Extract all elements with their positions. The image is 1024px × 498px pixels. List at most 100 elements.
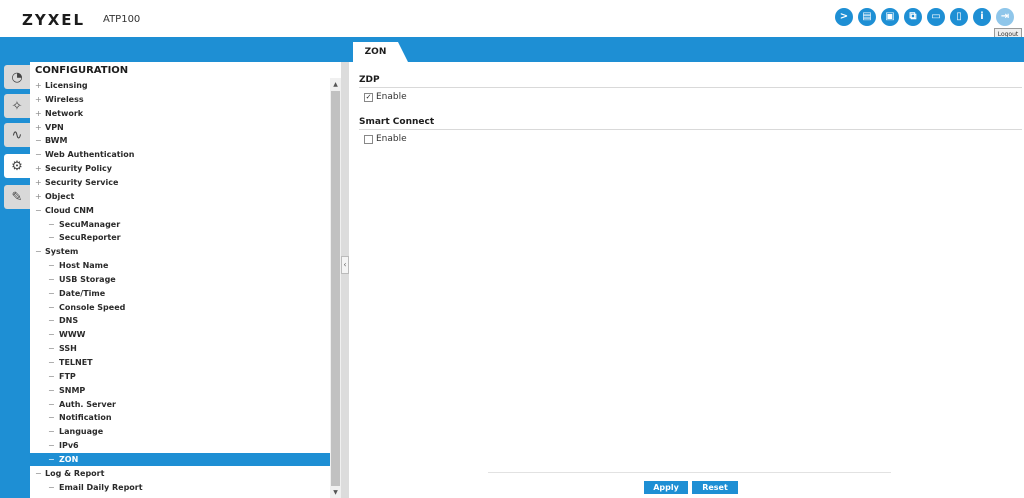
sidebar-item[interactable]: − SecuManager: [30, 218, 330, 231]
sidebar-item[interactable]: − SSH: [30, 342, 330, 355]
collapse-icon[interactable]: −: [35, 245, 43, 258]
sidebar-item[interactable]: − SNMP: [30, 384, 330, 397]
info-icon[interactable]: i: [973, 8, 991, 26]
chat-icon[interactable]: ▭: [927, 8, 945, 26]
sidebar-item[interactable]: − FTP: [30, 370, 330, 383]
sidebar-item[interactable]: − Host Name: [30, 259, 330, 272]
sidebar-item-label: TELNET: [59, 358, 93, 367]
collapse-icon[interactable]: −: [48, 370, 56, 383]
sidebar-item[interactable]: − Web Authentication: [30, 148, 330, 161]
sidebar-item-label: Host Name: [59, 261, 109, 271]
collapse-icon[interactable]: −: [48, 453, 56, 466]
sidebar-item[interactable]: + Security Service: [30, 176, 330, 189]
tab-zon[interactable]: ZON: [353, 42, 408, 62]
collapse-panel-icon[interactable]: ‹: [341, 256, 349, 274]
sidebar-item[interactable]: − IPv6: [30, 439, 330, 452]
expand-icon[interactable]: +: [35, 93, 43, 106]
collapse-icon[interactable]: −: [48, 356, 56, 369]
expand-icon[interactable]: +: [35, 79, 43, 92]
sidebar-item[interactable]: + Object: [30, 190, 330, 203]
collapse-icon[interactable]: −: [48, 398, 56, 411]
sidebar-item-label: Network: [45, 108, 84, 118]
collapse-icon[interactable]: −: [48, 384, 56, 397]
sidebar-item-label: Cloud CNM: [45, 205, 94, 215]
main-content: ZDP ✓ Enable Smart Connect Enable Apply …: [349, 62, 1024, 498]
panel-divider: [341, 62, 349, 498]
logout-icon[interactable]: ⇥: [996, 8, 1014, 26]
collapse-icon[interactable]: −: [35, 148, 43, 161]
collapse-icon[interactable]: −: [35, 204, 43, 217]
sidebar-item[interactable]: + VPN: [30, 121, 330, 134]
expand-icon[interactable]: +: [35, 162, 43, 175]
wizard-icon[interactable]: ✧: [4, 94, 30, 118]
collapse-icon[interactable]: −: [48, 301, 56, 314]
sidebar-item[interactable]: − WWW: [30, 328, 330, 341]
dashboard-icon[interactable]: ◔: [4, 65, 30, 89]
sidebar-item-label: Wireless: [45, 94, 84, 104]
zdp-divider: [359, 87, 1022, 88]
collapse-icon[interactable]: −: [35, 467, 43, 480]
sidebar-item[interactable]: − USB Storage: [30, 273, 330, 286]
collapse-icon[interactable]: −: [48, 231, 56, 244]
sidebar-item[interactable]: − Auth. Server: [30, 398, 330, 411]
collapse-icon[interactable]: −: [48, 481, 56, 494]
collapse-icon[interactable]: −: [48, 273, 56, 286]
sidebar-item[interactable]: − ZON: [30, 452, 330, 466]
zdp-enable-label: Enable: [376, 92, 407, 102]
scroll-down-icon[interactable]: ▼: [331, 488, 340, 497]
sidebar-item[interactable]: − Notification: [30, 411, 330, 424]
collapse-icon[interactable]: −: [48, 218, 56, 231]
apply-button[interactable]: Apply: [644, 481, 688, 494]
window-icon[interactable]: ▣: [881, 8, 899, 26]
network-icon[interactable]: ⧉: [904, 8, 922, 26]
collapse-icon[interactable]: −: [48, 314, 56, 327]
sidebar-item-label: FTP: [59, 371, 76, 381]
monitor-icon[interactable]: ∿: [4, 123, 30, 147]
sidebar-item[interactable]: − BWM: [30, 134, 330, 147]
cli-icon[interactable]: ▤: [858, 8, 876, 26]
collapse-icon[interactable]: −: [35, 134, 43, 147]
expand-icon[interactable]: +: [35, 121, 43, 134]
scrollbar-thumb[interactable]: [331, 91, 340, 486]
sidebar-item-label: Language: [59, 427, 104, 437]
sidebar-item-label: Console Speed: [59, 302, 126, 312]
zdp-enable-row: ✓ Enable: [364, 92, 407, 102]
configuration-icon[interactable]: ⚙: [4, 154, 30, 178]
collapse-icon[interactable]: −: [48, 328, 56, 341]
collapse-icon[interactable]: −: [48, 439, 56, 452]
sidebar-item-label: Security Policy: [45, 164, 112, 174]
sidebar-item[interactable]: − Log & Report: [30, 467, 330, 480]
sidebar-item[interactable]: + Wireless: [30, 93, 330, 106]
sidebar-item-label: VPN: [45, 122, 64, 132]
sidebar-item-label: SecuManager: [59, 219, 121, 229]
sidebar-item[interactable]: − Console Speed: [30, 301, 330, 314]
sidebar-item[interactable]: − SecuReporter: [30, 231, 330, 244]
sidebar-item[interactable]: − Language: [30, 425, 330, 438]
scroll-up-icon[interactable]: ▲: [331, 80, 340, 89]
sidebar-item[interactable]: + Security Policy: [30, 162, 330, 175]
zdp-enable-checkbox[interactable]: ✓: [364, 92, 373, 102]
expand-icon[interactable]: +: [35, 176, 43, 189]
collapse-icon[interactable]: −: [48, 411, 56, 424]
expand-icon[interactable]: +: [35, 107, 43, 120]
collapse-icon[interactable]: −: [48, 425, 56, 438]
sidebar-item[interactable]: − Email Daily Report: [30, 481, 330, 494]
sidebar-item-label: DNS: [59, 316, 79, 326]
sidebar-item[interactable]: − System: [30, 245, 330, 258]
sidebar-item[interactable]: + Licensing: [30, 79, 330, 92]
console-icon[interactable]: >: [835, 8, 853, 26]
collapse-icon[interactable]: −: [48, 287, 56, 300]
collapse-icon[interactable]: −: [48, 342, 56, 355]
sidebar-item[interactable]: − Cloud CNM: [30, 204, 330, 217]
collapse-icon[interactable]: −: [48, 259, 56, 272]
book-icon[interactable]: ▯: [950, 8, 968, 26]
sidebar-item[interactable]: − Date/Time: [30, 287, 330, 300]
sidebar-item[interactable]: − TELNET: [30, 356, 330, 369]
sidebar-item[interactable]: − DNS: [30, 314, 330, 327]
reset-button[interactable]: Reset: [692, 481, 738, 494]
maintenance-icon[interactable]: ✎: [4, 185, 30, 209]
expand-icon[interactable]: +: [35, 190, 43, 203]
sidebar-item[interactable]: + Network: [30, 107, 330, 120]
smart-connect-enable-checkbox[interactable]: [364, 134, 373, 144]
sidebar-item-label: Licensing: [45, 81, 88, 90]
